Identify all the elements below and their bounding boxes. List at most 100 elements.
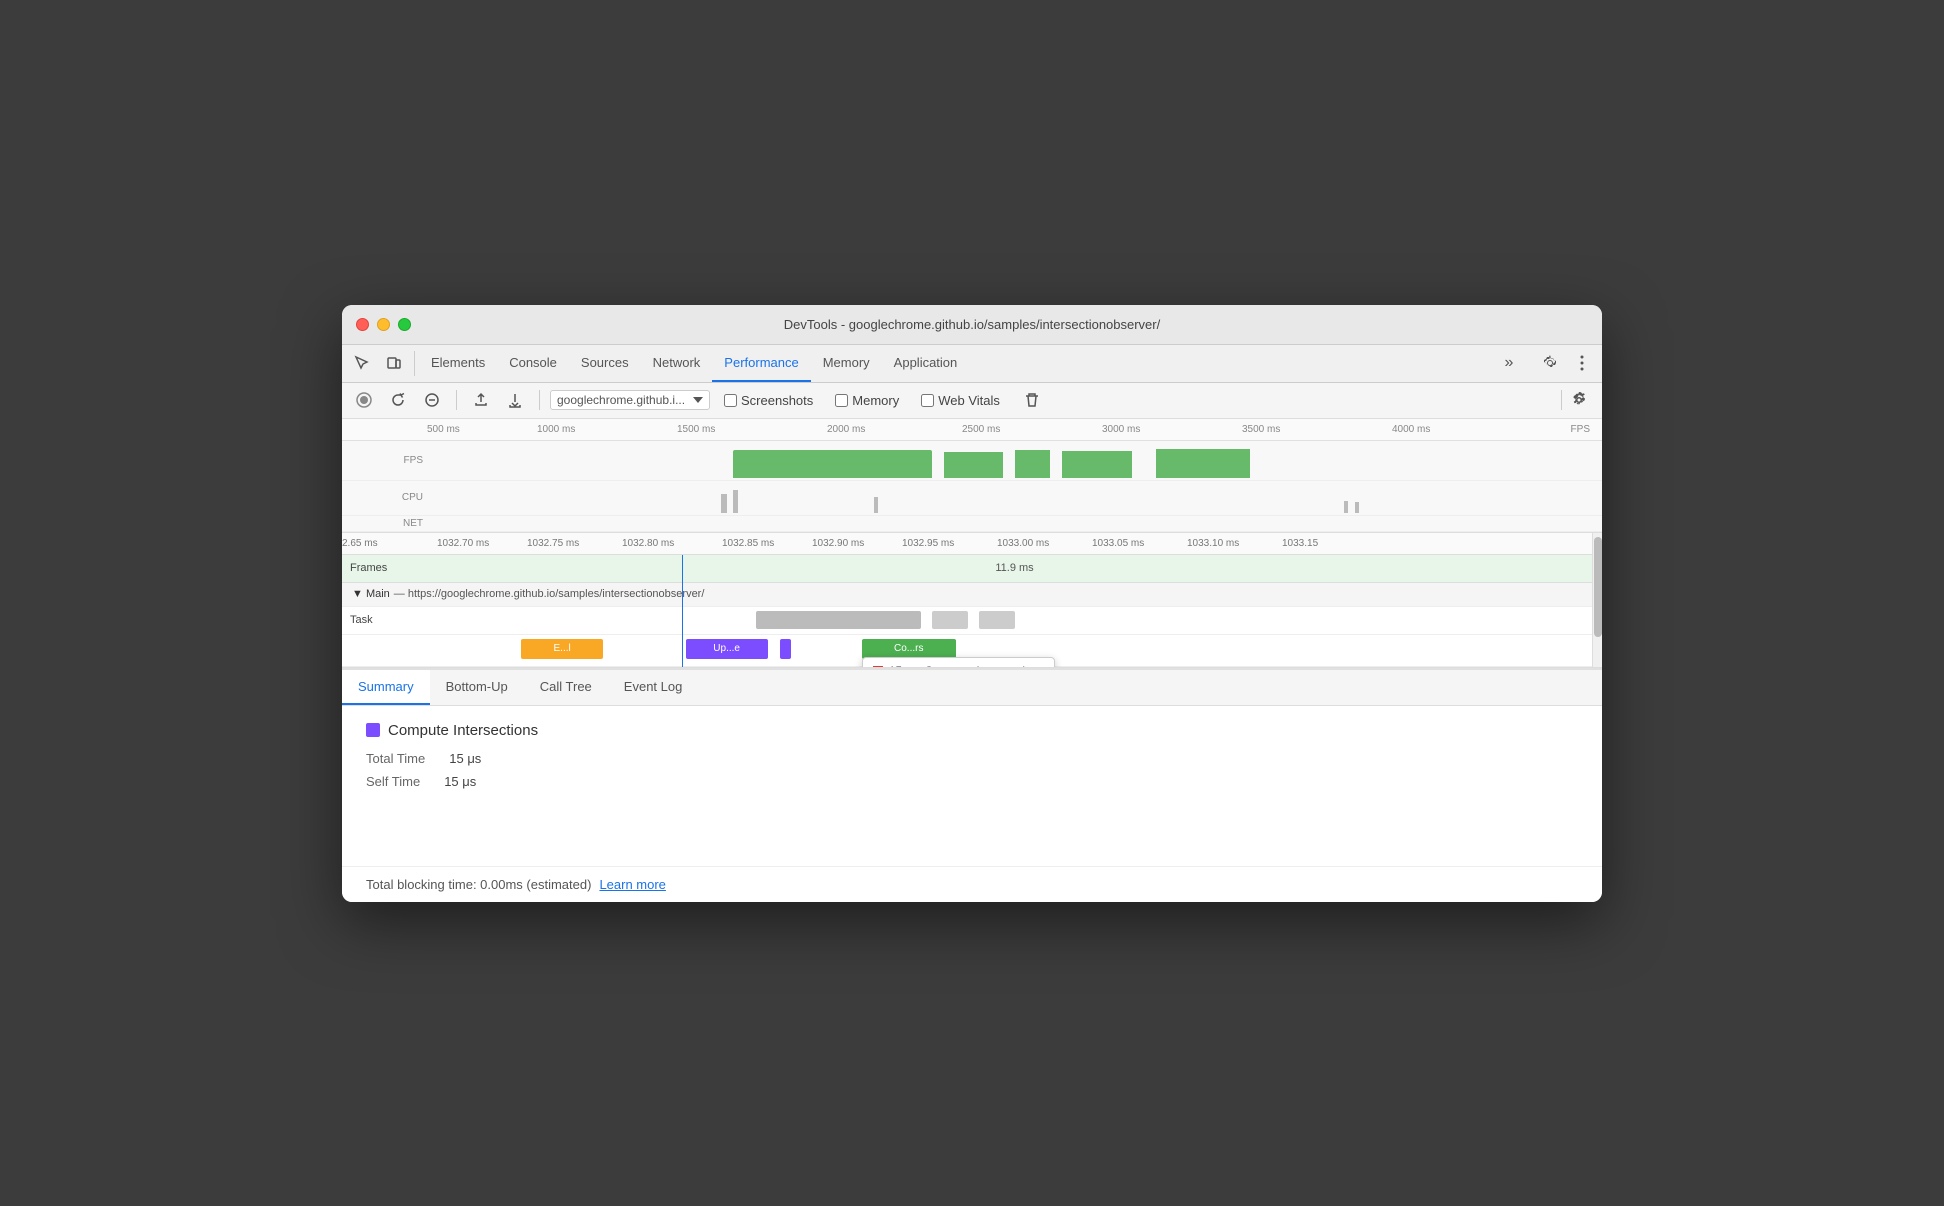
fps-label: FPS bbox=[342, 455, 427, 466]
performance-toolbar: googlechrome.github.i... Screenshots Mem… bbox=[342, 383, 1602, 419]
tab-application[interactable]: Application bbox=[882, 345, 970, 382]
web-vitals-checkbox[interactable]: Web Vitals bbox=[921, 393, 1000, 408]
frames-content: 11.9 ms bbox=[427, 555, 1602, 582]
title-bar: DevTools - googlechrome.github.io/sample… bbox=[342, 305, 1602, 345]
task-row: Task bbox=[342, 607, 1602, 635]
screenshots-checkbox[interactable]: Screenshots bbox=[724, 393, 813, 408]
total-time-label: Total Time bbox=[366, 751, 425, 766]
window-title: DevTools - googlechrome.github.io/sample… bbox=[784, 317, 1160, 332]
summary-total-time-row: Total Time 15 μs bbox=[366, 751, 1578, 766]
main-label: ▼ Main bbox=[352, 588, 390, 600]
tab-call-tree[interactable]: Call Tree bbox=[524, 670, 608, 705]
tab-event-log[interactable]: Event Log bbox=[608, 670, 699, 705]
memory-checkbox[interactable]: Memory bbox=[835, 393, 899, 408]
tab-separator bbox=[414, 351, 415, 376]
tab-network[interactable]: Network bbox=[641, 345, 713, 382]
devtools-tab-bar: Elements Console Sources Network Perform… bbox=[342, 345, 1602, 383]
tab-summary[interactable]: Summary bbox=[342, 670, 430, 705]
time-mark-0: 2.65 ms bbox=[342, 538, 378, 549]
fps-chart bbox=[427, 441, 1602, 480]
bottom-tabs: Summary Bottom-Up Call Tree Event Log bbox=[342, 670, 1602, 706]
learn-more-link[interactable]: Learn more bbox=[599, 877, 665, 892]
timeline-overview: 500 ms 1000 ms 1500 ms 2000 ms 2500 ms 3… bbox=[342, 419, 1602, 533]
timeline-ruler: 500 ms 1000 ms 1500 ms 2000 ms 2500 ms 3… bbox=[342, 419, 1602, 441]
devtools-window: DevTools - googlechrome.github.io/sample… bbox=[342, 305, 1602, 902]
inspect-element-button[interactable] bbox=[346, 345, 378, 382]
reload-record-button[interactable] bbox=[384, 386, 412, 414]
task-label: Task bbox=[342, 614, 427, 626]
vertical-scrollbar[interactable] bbox=[1592, 533, 1602, 667]
func-bar-upe[interactable]: Up...e bbox=[686, 639, 768, 659]
minimize-button[interactable] bbox=[377, 318, 390, 331]
func-bar-small[interactable] bbox=[780, 639, 792, 659]
cpu-mark-3 bbox=[874, 497, 879, 512]
upload-button[interactable] bbox=[467, 386, 495, 414]
detail-area: 2.65 ms 1032.70 ms 1032.75 ms 1032.80 ms… bbox=[342, 533, 1602, 668]
settings-button[interactable] bbox=[1534, 355, 1566, 371]
time-mark-8: 1033.05 ms bbox=[1092, 538, 1144, 549]
toolbar-right bbox=[1557, 386, 1594, 414]
more-tabs-button[interactable]: » bbox=[1493, 354, 1525, 372]
tooltip: 15 μs Compute Intersections bbox=[862, 657, 1056, 668]
time-mark-10: 1033.15 bbox=[1282, 538, 1318, 549]
time-mark-7: 1033.00 ms bbox=[997, 538, 1049, 549]
frame-duration: 11.9 ms bbox=[995, 562, 1033, 574]
toolbar-sep-1 bbox=[456, 390, 457, 410]
bottom-footer: Total blocking time: 0.00ms (estimated) … bbox=[342, 866, 1602, 902]
tooltip-time: 15 μs bbox=[889, 664, 919, 668]
scrollbar-thumb[interactable] bbox=[1594, 537, 1602, 637]
fps-row[interactable]: FPS bbox=[342, 441, 1602, 481]
bottom-panel: Summary Bottom-Up Call Tree Event Log Co… bbox=[342, 668, 1602, 902]
device-toolbar-button[interactable] bbox=[378, 345, 410, 382]
time-mark-1: 1032.70 ms bbox=[437, 538, 489, 549]
summary-swatch bbox=[366, 723, 380, 737]
toolbar-sep-3 bbox=[1561, 390, 1562, 410]
self-time-label: Self Time bbox=[366, 774, 420, 789]
clear-button[interactable] bbox=[418, 386, 446, 414]
fps-bar-1 bbox=[733, 450, 933, 477]
summary-self-time-row: Self Time 15 μs bbox=[366, 774, 1578, 789]
ruler-mark-5: 3000 ms bbox=[1102, 424, 1140, 435]
cpu-label: CPU bbox=[342, 492, 427, 503]
main-row: ▼ Main — https://googlechrome.github.io/… bbox=[342, 583, 1602, 607]
ruler-mark-3: 2000 ms bbox=[827, 424, 865, 435]
tab-memory[interactable]: Memory bbox=[811, 345, 882, 382]
cpu-mark-1 bbox=[721, 494, 727, 513]
cpu-mark-4 bbox=[1344, 501, 1349, 513]
ruler-mark-7: 4000 ms bbox=[1392, 424, 1430, 435]
task-bar-main bbox=[756, 611, 921, 629]
tab-performance[interactable]: Performance bbox=[712, 345, 810, 382]
summary-title: Compute Intersections bbox=[366, 722, 1578, 739]
fps-bar-3 bbox=[1015, 450, 1050, 477]
cpu-row: CPU bbox=[342, 481, 1602, 516]
download-button[interactable] bbox=[501, 386, 529, 414]
time-mark-2: 1032.75 ms bbox=[527, 538, 579, 549]
tab-bottom-up[interactable]: Bottom-Up bbox=[430, 670, 524, 705]
fps-label-overview: FPS bbox=[1571, 424, 1590, 435]
tab-sources[interactable]: Sources bbox=[569, 345, 641, 382]
tab-elements[interactable]: Elements bbox=[419, 345, 497, 382]
cpu-mark-5 bbox=[1355, 502, 1359, 512]
task-content bbox=[427, 607, 1602, 634]
scrollbar-fps bbox=[1584, 441, 1592, 480]
record-button[interactable] bbox=[350, 386, 378, 414]
fps-bar-5 bbox=[1156, 449, 1250, 477]
task-bar-3 bbox=[979, 611, 1014, 629]
bottom-content: Compute Intersections Total Time 15 μs S… bbox=[342, 706, 1602, 866]
close-button[interactable] bbox=[356, 318, 369, 331]
tab-console[interactable]: Console bbox=[497, 345, 569, 382]
url-selector[interactable]: googlechrome.github.i... bbox=[550, 390, 710, 410]
func-bar-el[interactable]: E...l bbox=[521, 639, 603, 659]
maximize-button[interactable] bbox=[398, 318, 411, 331]
net-row: NET bbox=[342, 516, 1602, 532]
time-mark-5: 1032.90 ms bbox=[812, 538, 864, 549]
total-time-value: 15 μs bbox=[449, 751, 481, 766]
toolbar-sep-2 bbox=[539, 390, 540, 410]
trash-button[interactable] bbox=[1018, 386, 1046, 414]
capture-settings-button[interactable] bbox=[1566, 386, 1594, 414]
ruler-mark-0: 500 ms bbox=[427, 424, 460, 435]
self-time-value: 15 μs bbox=[444, 774, 476, 789]
more-options-button[interactable] bbox=[1566, 355, 1598, 371]
summary-title-text: Compute Intersections bbox=[388, 722, 538, 739]
func-bar-cors[interactable]: Co...rs bbox=[862, 639, 956, 659]
